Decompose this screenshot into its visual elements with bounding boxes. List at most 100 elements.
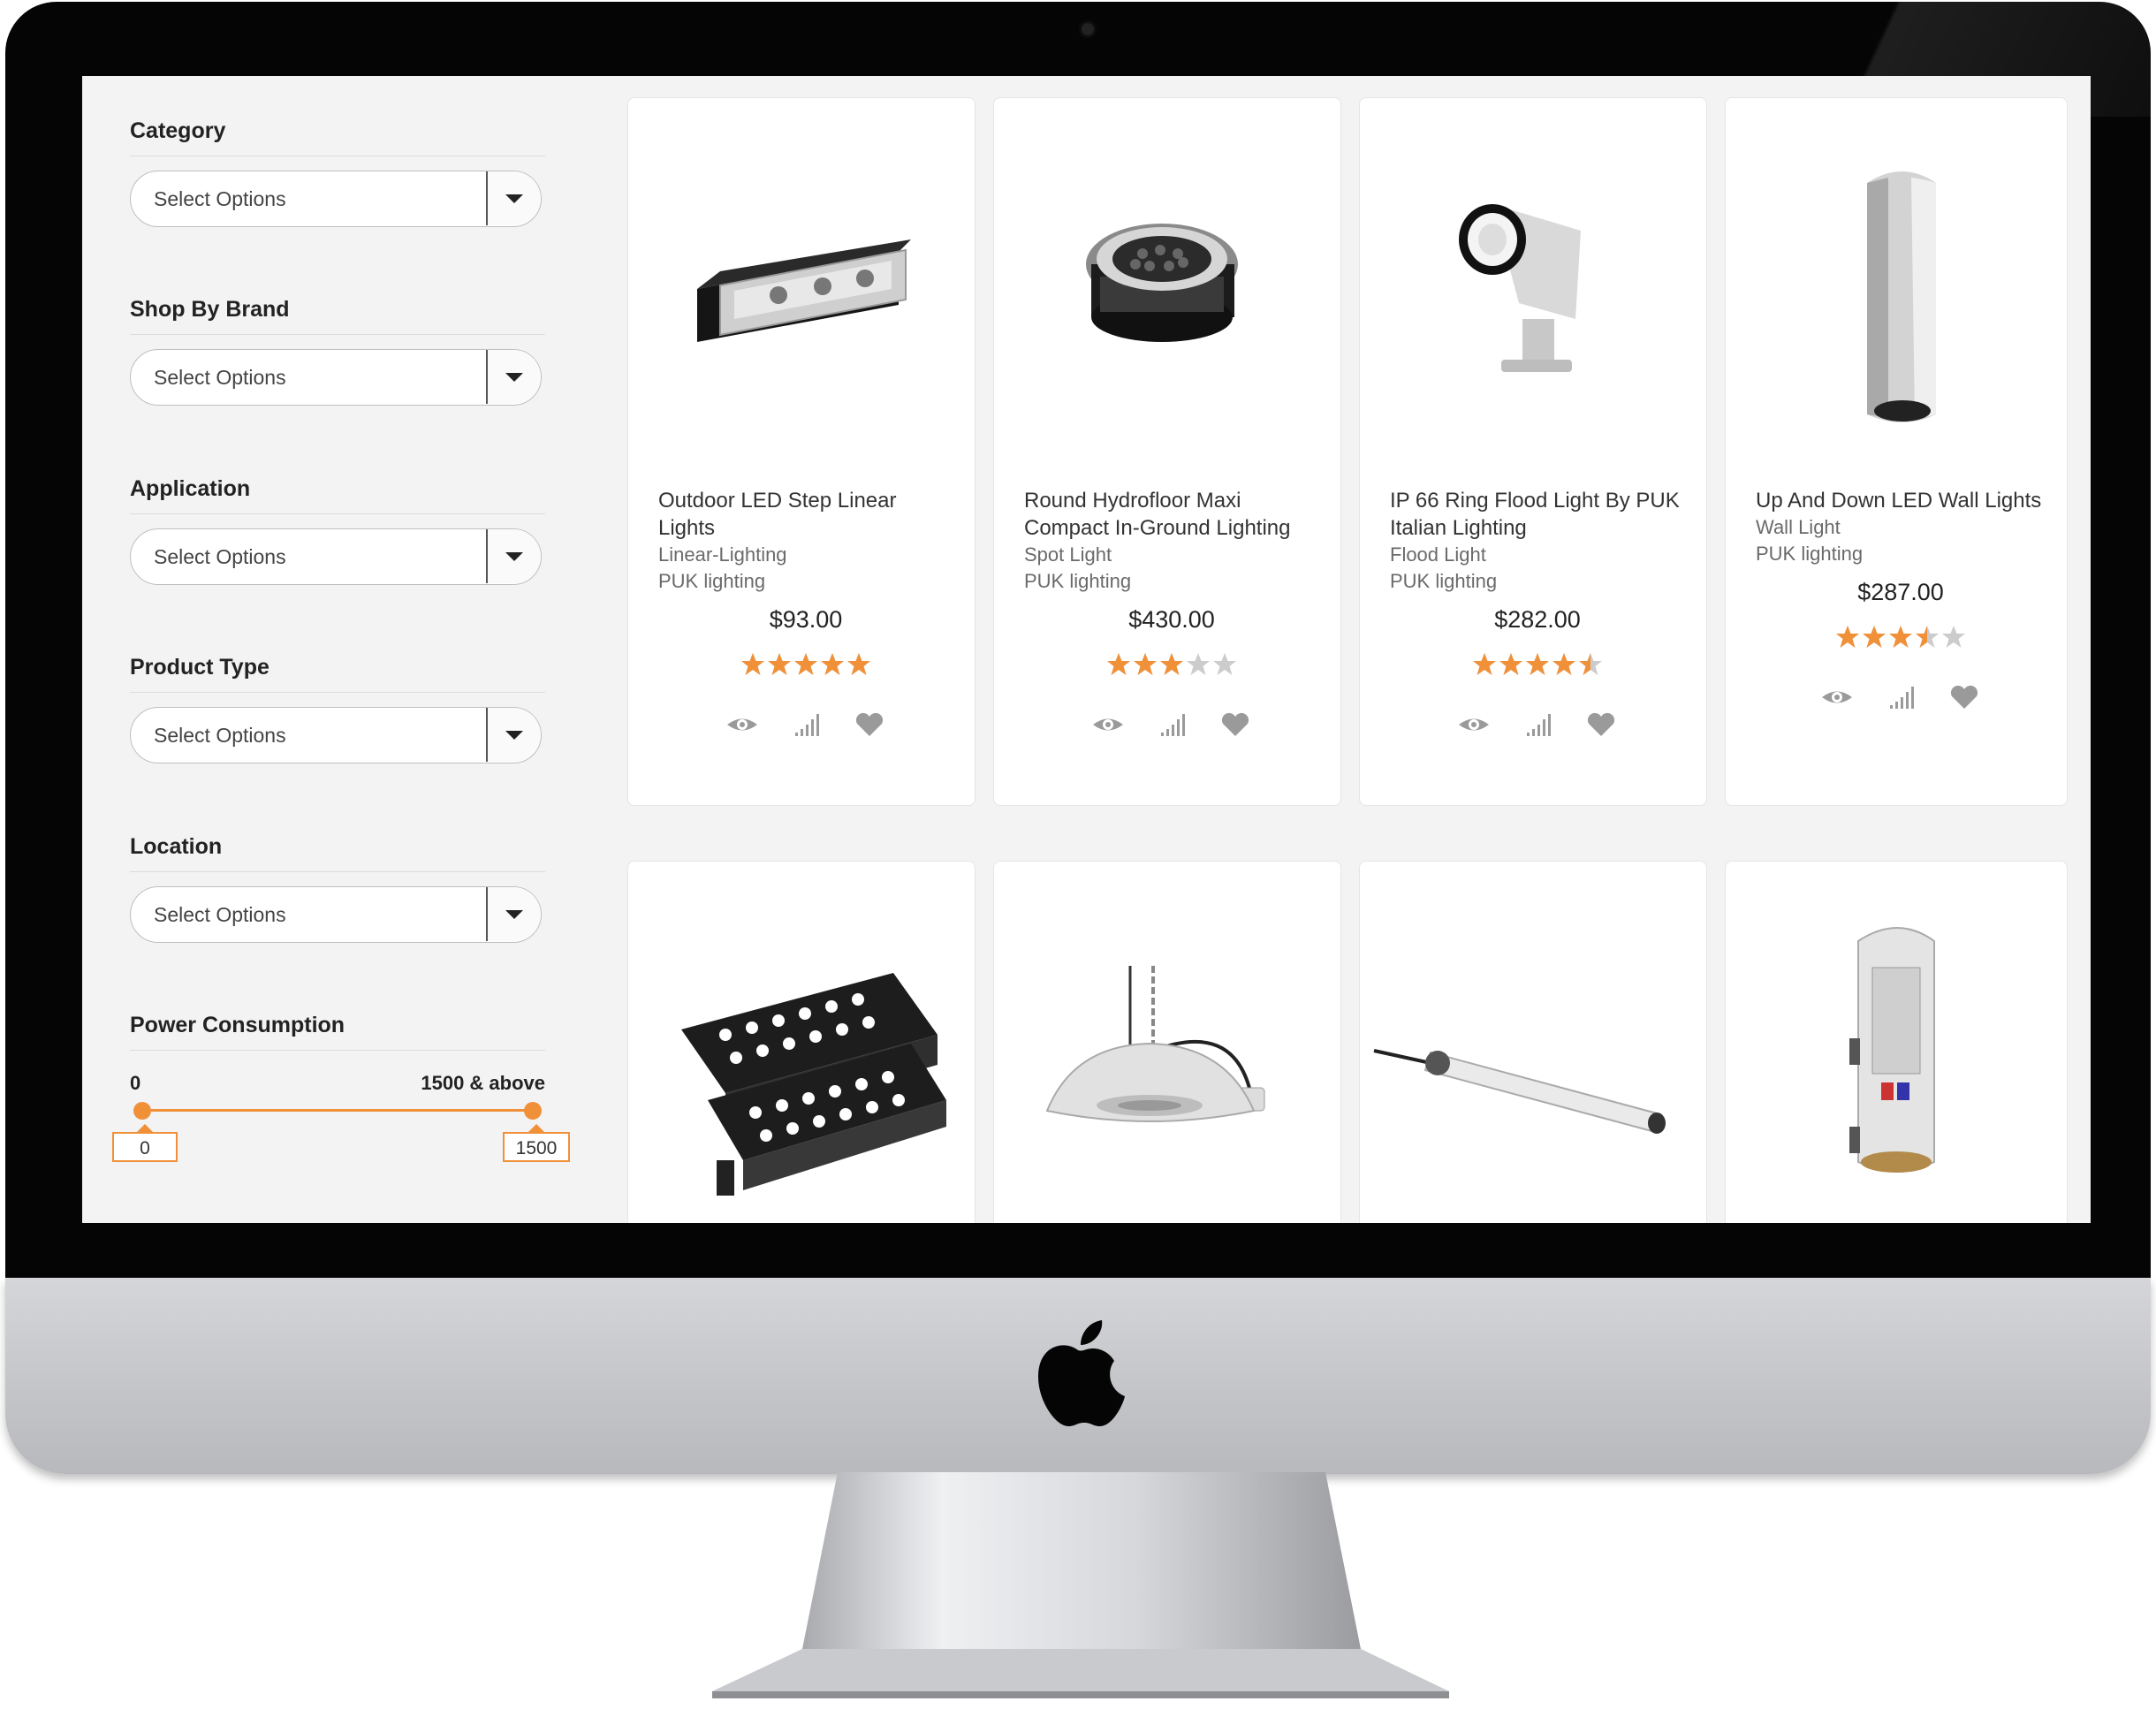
product-brand[interactable]: PUK lighting bbox=[1756, 541, 2046, 567]
product-card[interactable] bbox=[993, 861, 1341, 1223]
category-select[interactable]: Select Options bbox=[130, 171, 542, 227]
rating-stars bbox=[1473, 653, 1602, 675]
star-rating bbox=[1756, 624, 2046, 650]
filter-brand: Shop By Brand Select Options bbox=[130, 292, 545, 406]
product-price: $430.00 bbox=[1128, 606, 1215, 633]
product-card[interactable] bbox=[627, 861, 976, 1223]
product-brand[interactable]: PUK lighting bbox=[1024, 568, 1319, 595]
application-select[interactable]: Select Options bbox=[130, 528, 542, 585]
dropdown-button[interactable] bbox=[486, 350, 541, 404]
star-icon bbox=[1942, 626, 1965, 648]
star-icon bbox=[1473, 653, 1496, 675]
filter-title: Product Type bbox=[130, 649, 545, 693]
product-image bbox=[681, 973, 946, 1196]
star-icon bbox=[1187, 653, 1210, 675]
caret-down-icon bbox=[505, 910, 523, 919]
range-slider[interactable]: 0 1500 bbox=[112, 1100, 570, 1162]
star-icon bbox=[1889, 626, 1912, 648]
dropdown-button[interactable] bbox=[486, 887, 541, 941]
product-image bbox=[1045, 966, 1265, 1122]
product-actions bbox=[1024, 711, 1319, 743]
compare-bars-icon[interactable] bbox=[1154, 711, 1189, 738]
product-actions bbox=[1390, 711, 1685, 743]
star-icon bbox=[1499, 653, 1522, 675]
compare-bars-icon[interactable] bbox=[1883, 684, 1918, 710]
select-placeholder: Select Options bbox=[154, 724, 286, 747]
product-card[interactable]: Up And Down LED Wall Lights Wall Light P… bbox=[1725, 97, 2068, 806]
star-icon bbox=[1836, 626, 1859, 648]
quick-view-eye-icon[interactable] bbox=[1819, 684, 1855, 710]
range-min-label: 0 bbox=[130, 1072, 141, 1094]
product-category[interactable]: Linear-Lighting bbox=[658, 542, 953, 568]
range-labels: 0 1500 & above bbox=[130, 1067, 545, 1100]
caret-down-icon bbox=[505, 194, 523, 203]
product-name[interactable]: Outdoor LED Step Linear Lights bbox=[658, 487, 953, 542]
product-brand[interactable]: PUK lighting bbox=[658, 568, 953, 595]
product-price: $287.00 bbox=[1857, 579, 1944, 605]
product-info: Outdoor LED Step Linear Lights Linear-Li… bbox=[658, 487, 953, 743]
star-icon bbox=[1160, 653, 1183, 675]
star-icon bbox=[741, 653, 764, 675]
dropdown-button[interactable] bbox=[486, 529, 541, 583]
caret-down-icon bbox=[505, 731, 523, 740]
wishlist-heart-icon[interactable] bbox=[852, 711, 887, 738]
range-handle-min[interactable] bbox=[133, 1102, 151, 1120]
brand-select[interactable]: Select Options bbox=[130, 349, 542, 406]
product-actions bbox=[1756, 684, 2046, 716]
product-card[interactable]: Round Hydrofloor Maxi Compact In-Ground … bbox=[993, 97, 1341, 806]
star-icon bbox=[1863, 626, 1886, 648]
product-name[interactable]: IP 66 Ring Flood Light By PUK Italian Li… bbox=[1390, 487, 1685, 542]
caret-down-icon bbox=[505, 373, 523, 382]
star-icon bbox=[1916, 626, 1939, 648]
product-price: $93.00 bbox=[769, 606, 843, 633]
product-actions bbox=[658, 711, 953, 743]
product-category[interactable]: Wall Light bbox=[1756, 514, 2046, 541]
screen: Category Select Options Shop By Brand Se… bbox=[82, 76, 2091, 1223]
rating-stars bbox=[1836, 626, 1965, 648]
select-placeholder: Select Options bbox=[154, 545, 286, 568]
compare-bars-icon[interactable] bbox=[1520, 711, 1555, 738]
quick-view-eye-icon[interactable] bbox=[1090, 711, 1126, 738]
product-brand[interactable]: PUK lighting bbox=[1390, 568, 1685, 595]
product-category[interactable]: Flood Light bbox=[1390, 542, 1685, 568]
monitor-stand bbox=[712, 1472, 1449, 1698]
compare-bars-icon[interactable] bbox=[788, 711, 824, 738]
quick-view-eye-icon[interactable] bbox=[1456, 711, 1492, 738]
product-card[interactable] bbox=[1725, 861, 2068, 1223]
filter-title: Power Consumption bbox=[130, 1007, 545, 1051]
product-type-select[interactable]: Select Options bbox=[130, 707, 542, 763]
star-icon bbox=[768, 653, 791, 675]
product-name[interactable]: Up And Down LED Wall Lights bbox=[1756, 487, 2046, 514]
product-image bbox=[697, 239, 911, 342]
filter-title: Location bbox=[130, 829, 545, 872]
product-name[interactable]: Round Hydrofloor Maxi Compact In-Ground … bbox=[1024, 487, 1319, 542]
dropdown-button[interactable] bbox=[486, 708, 541, 762]
dropdown-button[interactable] bbox=[486, 171, 541, 225]
filter-title: Category bbox=[130, 113, 545, 156]
product-category[interactable]: Spot Light bbox=[1024, 542, 1319, 568]
filter-category: Category Select Options bbox=[130, 113, 545, 227]
monitor-bezel: Category Select Options Shop By Brand Se… bbox=[5, 2, 2151, 1283]
quick-view-eye-icon[interactable] bbox=[725, 711, 760, 738]
star-rating bbox=[1390, 651, 1685, 678]
rating-stars bbox=[741, 653, 870, 675]
product-info: IP 66 Ring Flood Light By PUK Italian Li… bbox=[1390, 487, 1685, 743]
range-min-value[interactable]: 0 bbox=[112, 1124, 178, 1162]
product-image bbox=[1849, 927, 1935, 1173]
product-image bbox=[1459, 204, 1581, 372]
product-card[interactable]: Outdoor LED Step Linear Lights Linear-Li… bbox=[627, 97, 976, 806]
range-handle-max[interactable] bbox=[524, 1102, 542, 1120]
star-icon bbox=[847, 653, 870, 675]
apple-logo-icon bbox=[1038, 1320, 1125, 1426]
location-select[interactable]: Select Options bbox=[130, 886, 542, 943]
wishlist-heart-icon[interactable] bbox=[1583, 711, 1619, 738]
rating-stars bbox=[1107, 653, 1236, 675]
product-card[interactable] bbox=[1359, 861, 1707, 1223]
range-max-value[interactable]: 1500 bbox=[503, 1124, 570, 1162]
product-image bbox=[1373, 1049, 1666, 1134]
product-card[interactable]: IP 66 Ring Flood Light By PUK Italian Li… bbox=[1359, 97, 1707, 806]
wishlist-heart-icon[interactable] bbox=[1218, 711, 1253, 738]
wishlist-heart-icon[interactable] bbox=[1947, 684, 1982, 710]
star-icon bbox=[1213, 653, 1236, 675]
filter-product-type: Product Type Select Options bbox=[130, 649, 545, 763]
